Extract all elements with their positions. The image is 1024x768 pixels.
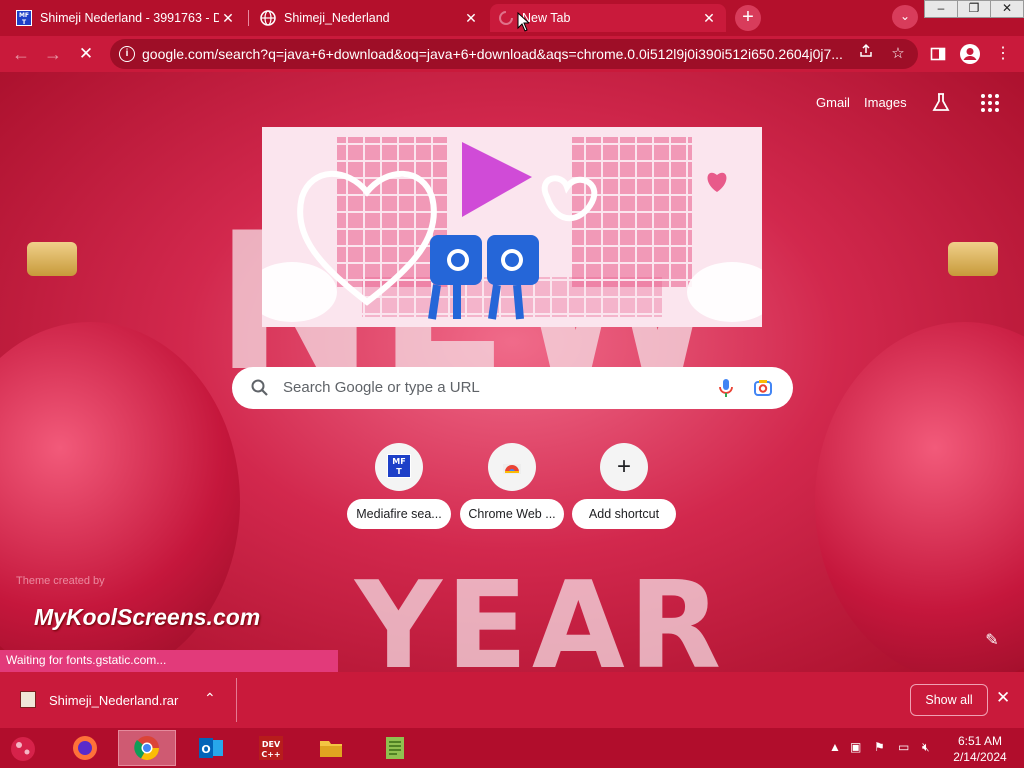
shortcut-mediafire[interactable]: MF T Mediafire sea... bbox=[347, 443, 451, 529]
start-button[interactable] bbox=[0, 730, 46, 766]
window-controls: – ❐ ✕ bbox=[924, 0, 1024, 18]
shortcut-label: Chrome Web ... bbox=[460, 499, 564, 529]
add-shortcut-button[interactable]: + Add shortcut bbox=[572, 443, 676, 529]
side-panel-icon[interactable] bbox=[925, 41, 951, 67]
svg-text:C++: C++ bbox=[261, 750, 280, 759]
stop-loading-button[interactable]: ✕ bbox=[73, 41, 99, 67]
mft-icon: MF T bbox=[16, 10, 32, 26]
tab-search-button[interactable]: ⌄ bbox=[892, 5, 918, 29]
volume-muted-icon[interactable]: 🔇︎ bbox=[922, 740, 930, 755]
ornament-cap-left bbox=[27, 242, 77, 276]
shortcut-chrome-web-store[interactable]: Chrome Web ... bbox=[460, 443, 564, 529]
svg-text:DEV: DEV bbox=[262, 740, 281, 749]
mouse-cursor-icon bbox=[517, 11, 531, 35]
tab-strip: MF T Shimeji Nederland - 3991763 - D ✕ Sh… bbox=[0, 0, 1024, 36]
tab-title: Shimeji Nederland - 3991763 - D bbox=[40, 11, 219, 25]
status-bubble: Waiting for fonts.gstatic.com... bbox=[0, 650, 338, 672]
shortcut-icon-circle: MF T bbox=[375, 443, 423, 491]
google-doodle[interactable] bbox=[262, 127, 762, 327]
forward-button[interactable]: → bbox=[40, 41, 66, 67]
shortcut-icon-circle: + bbox=[600, 443, 648, 491]
file-explorer-taskbar-icon[interactable] bbox=[302, 730, 360, 766]
plus-icon: + bbox=[616, 453, 631, 480]
system-clock[interactable]: 6:51 AM 2/14/2024 bbox=[948, 733, 1012, 765]
firefox-taskbar-icon[interactable] bbox=[56, 730, 114, 766]
svg-text:T: T bbox=[396, 467, 402, 476]
display-tray-icon[interactable]: ▭ bbox=[898, 740, 909, 754]
profile-avatar-icon[interactable] bbox=[957, 41, 983, 67]
share-icon[interactable] bbox=[855, 43, 877, 65]
loading-spinner-icon bbox=[498, 10, 514, 26]
search-placeholder[interactable]: Search Google or type a URL bbox=[283, 379, 480, 396]
close-tab-icon[interactable]: ✕ bbox=[219, 10, 237, 27]
new-tab-page: NEW YEAR Gmail Images bbox=[0, 72, 1024, 672]
show-hidden-icons-chevron[interactable]: ▲ bbox=[829, 740, 841, 754]
background-art-text-year: YEAR bbox=[355, 557, 726, 672]
divider bbox=[236, 678, 237, 722]
theme-brand-text: MyKoolScreens.com bbox=[34, 604, 261, 630]
shortcut-icon-circle bbox=[488, 443, 536, 491]
download-shelf: Shimeji_Nederland.rar ⌃ Show all ✕ bbox=[0, 672, 1024, 728]
site-info-icon[interactable]: i bbox=[119, 46, 135, 62]
svg-text:O: O bbox=[201, 743, 210, 756]
ornament-right bbox=[815, 322, 1024, 672]
chevron-up-icon[interactable]: ⌃ bbox=[204, 690, 216, 707]
tab-title: New Tab bbox=[522, 11, 571, 25]
minimize-button[interactable]: – bbox=[924, 0, 958, 18]
network-tray-icon[interactable]: ▣ bbox=[850, 740, 861, 754]
flag-tray-icon[interactable]: ⚑ bbox=[874, 740, 885, 754]
apps-grid-icon[interactable] bbox=[979, 92, 1003, 116]
google-lens-icon[interactable] bbox=[752, 377, 774, 399]
mft-icon: MF T bbox=[387, 453, 411, 481]
gmail-link[interactable]: Gmail bbox=[816, 95, 850, 110]
devcpp-taskbar-icon[interactable]: DEV C++ bbox=[242, 730, 300, 766]
outlook-taskbar-icon[interactable]: O bbox=[182, 730, 240, 766]
download-filename[interactable]: Shimeji_Nederland.rar bbox=[49, 693, 178, 708]
chrome-web-store-icon bbox=[501, 456, 523, 479]
close-tab-icon[interactable]: ✕ bbox=[700, 10, 718, 27]
chrome-taskbar-icon[interactable] bbox=[118, 730, 176, 766]
close-download-shelf-icon[interactable]: ✕ bbox=[996, 688, 1010, 708]
labs-flask-icon[interactable] bbox=[930, 92, 954, 116]
voice-search-icon[interactable] bbox=[716, 377, 736, 399]
tab-title: Shimeji_Nederland bbox=[284, 11, 390, 25]
tab-shimeji-nederland[interactable]: Shimeji_Nederland ✕ bbox=[252, 4, 488, 32]
ornament-cap-right bbox=[948, 242, 998, 276]
close-window-button[interactable]: ✕ bbox=[990, 0, 1024, 18]
search-icon bbox=[250, 378, 270, 398]
address-bar[interactable]: i google.com/search?q=java+6+download&oq… bbox=[110, 39, 918, 69]
chrome-menu-icon[interactable]: ⋮ bbox=[990, 41, 1016, 67]
shortcut-label: Mediafire sea... bbox=[347, 499, 451, 529]
notepadpp-taskbar-icon[interactable] bbox=[366, 730, 424, 766]
customize-pencil-icon[interactable]: ✎ bbox=[980, 629, 1004, 653]
back-button[interactable]: ← bbox=[8, 41, 34, 67]
close-tab-icon[interactable]: ✕ bbox=[462, 10, 480, 27]
shortcut-label: Add shortcut bbox=[572, 499, 676, 529]
browser-toolbar: ← → ✕ i google.com/search?q=java+6+downl… bbox=[0, 36, 1024, 72]
show-all-button[interactable]: Show all bbox=[910, 684, 988, 716]
images-link[interactable]: Images bbox=[864, 95, 907, 110]
address-url[interactable]: google.com/search?q=java+6+download&oq=j… bbox=[142, 46, 852, 62]
tab-separator bbox=[248, 10, 249, 26]
globe-icon bbox=[260, 10, 276, 26]
rar-file-icon bbox=[20, 691, 36, 708]
clock-time: 6:51 AM bbox=[957, 734, 1003, 748]
clock-date: 2/14/2024 bbox=[953, 750, 1007, 764]
svg-text:MF: MF bbox=[19, 12, 29, 19]
new-tab-button[interactable]: + bbox=[735, 5, 761, 31]
search-box[interactable]: Search Google or type a URL bbox=[232, 367, 793, 409]
windows-taskbar: O DEV C++ ▲ ▣ ⚑ ▭ 🔇︎ 6:51 AM 2/14/2024 bbox=[0, 728, 1024, 768]
theme-credit[interactable]: Theme created by bbox=[16, 575, 105, 587]
restore-button[interactable]: ❐ bbox=[957, 0, 991, 18]
tab-shimeji-nederland-download[interactable]: MF T Shimeji Nederland - 3991763 - D ✕ bbox=[8, 4, 245, 32]
bookmark-star-icon[interactable]: ☆ bbox=[887, 43, 909, 65]
svg-text:MF: MF bbox=[392, 457, 405, 466]
